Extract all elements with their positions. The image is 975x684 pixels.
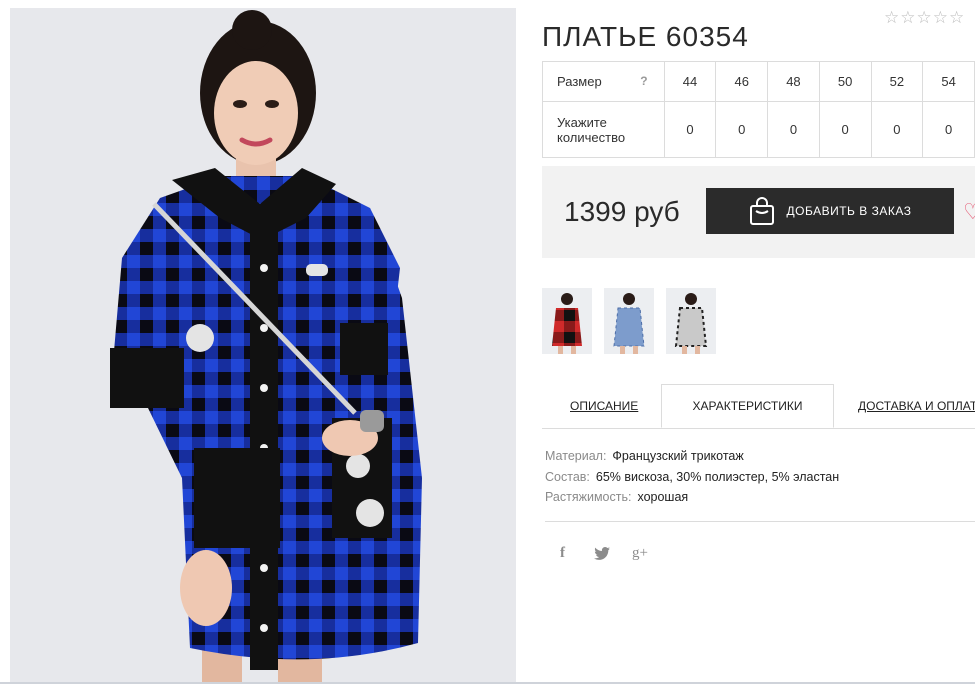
spec-value: 65% вискоза, 30% полиэстер, 5% эластан xyxy=(595,469,840,484)
quantity-input[interactable]: 0 xyxy=(818,101,872,158)
spec-row-stretch: Растяжимость: хорошая xyxy=(545,487,839,508)
size-cell: 44 xyxy=(663,61,717,102)
price: 1399 руб xyxy=(564,196,680,227)
shopping-bag-icon xyxy=(749,197,774,225)
add-to-cart-label: ДОБАВИТЬ В ЗАКАЗ xyxy=(786,204,912,218)
spec-row-material: Материал: Французский трикотаж xyxy=(545,446,839,467)
add-to-cart-button[interactable]: ДОБАВИТЬ В ЗАКАЗ xyxy=(706,188,954,234)
tab-underline xyxy=(542,428,975,429)
wishlist-heart-icon[interactable]: ♡ xyxy=(963,199,975,224)
characteristics-list: Материал: Французский трикотаж Состав: 65%… xyxy=(545,446,839,508)
quantity-input[interactable]: 0 xyxy=(870,101,924,158)
size-cell: 46 xyxy=(715,61,769,102)
size-cell: 52 xyxy=(870,61,924,102)
quantity-input[interactable]: 0 xyxy=(922,101,975,158)
tab-characteristics[interactable]: ХАРАКТЕРИСТИКИ xyxy=(661,384,834,428)
price-panel: 1399 руб ДОБАВИТЬ В ЗАКАЗ ♡ xyxy=(542,166,975,258)
thumbnail-black-white-dress[interactable] xyxy=(666,288,716,354)
size-cell: 50 xyxy=(818,61,872,102)
section-divider xyxy=(545,521,975,522)
tab-delivery-payment[interactable]: ДОСТАВКА И ОПЛАТА xyxy=(858,384,975,428)
spec-key: Состав: xyxy=(545,469,590,484)
size-quantity-table: Размер ? 44 46 48 50 52 54 Укажите колич… xyxy=(542,61,975,158)
quantity-input[interactable]: 0 xyxy=(767,101,820,158)
spec-key: Материал: xyxy=(545,449,607,463)
quantity-row-header: Укажите количество xyxy=(542,101,665,158)
product-title: ПЛАТЬЕ 60354 xyxy=(542,20,749,52)
twitter-icon[interactable] xyxy=(594,547,610,564)
quantity-label-line2: количество xyxy=(557,129,626,145)
google-plus-icon[interactable]: g+ xyxy=(632,545,648,562)
spec-row-composition: Состав: 65% вискоза, 30% полиэстер, 5% эл… xyxy=(545,467,839,488)
facebook-icon[interactable]: f xyxy=(560,545,565,562)
spec-value: хорошая xyxy=(637,490,689,504)
size-row-header: Размер ? xyxy=(542,61,665,102)
size-label: Размер xyxy=(557,74,602,89)
model-illustration xyxy=(110,10,422,684)
tab-description[interactable]: ОПИСАНИЕ xyxy=(570,384,638,428)
quantity-input[interactable]: 0 xyxy=(715,101,769,158)
product-info-tabs: ОПИСАНИЕ ХАРАКТЕРИСТИКИ ДОСТАВКА И ОПЛАТ… xyxy=(542,384,975,429)
spec-key: Растяжимость: xyxy=(545,490,632,504)
rating-stars[interactable]: ☆☆☆☆☆ xyxy=(884,8,965,28)
spec-value: Французский трикотаж xyxy=(612,449,744,463)
quantity-input[interactable]: 0 xyxy=(663,101,717,158)
size-help-icon[interactable]: ? xyxy=(640,74,647,88)
thumbnail-light-blue-dress[interactable] xyxy=(604,288,654,354)
quantity-label-line1: Укажите xyxy=(557,114,607,130)
size-cell: 48 xyxy=(767,61,820,102)
thumbnail-red-dress[interactable] xyxy=(542,288,592,354)
product-main-photo[interactable] xyxy=(10,8,516,684)
size-cell: 54 xyxy=(922,61,975,102)
